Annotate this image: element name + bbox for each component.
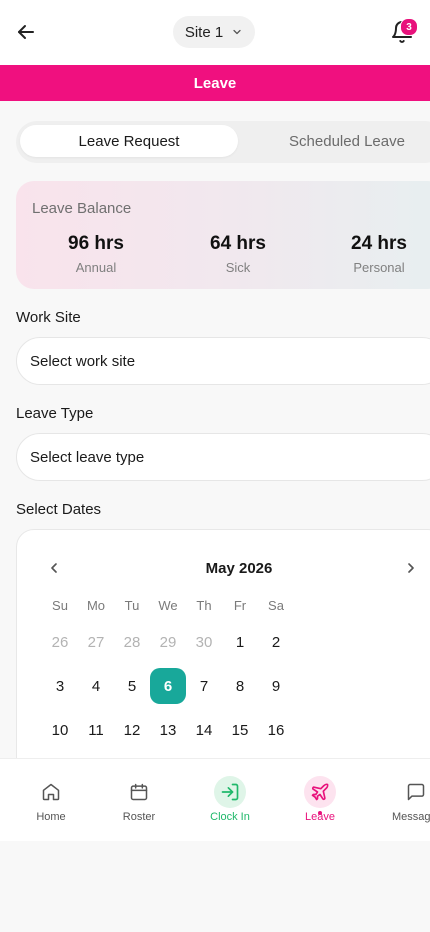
nav-leave[interactable]: Leave bbox=[276, 759, 364, 841]
weekday-label: Su bbox=[52, 597, 68, 613]
calendar-day[interactable]: 30 bbox=[186, 624, 222, 660]
balance-label: Personal bbox=[353, 260, 405, 275]
work-site-placeholder: Select work site bbox=[30, 352, 136, 370]
leave-balance-title: Leave Balance bbox=[32, 200, 132, 217]
app-header: Site 1 3 bbox=[0, 0, 430, 65]
nav-messages[interactable]: Messages bbox=[372, 759, 430, 841]
nav-label: Home bbox=[36, 811, 66, 823]
nav-label: Roster bbox=[122, 811, 156, 823]
calendar-day[interactable]: 10 bbox=[42, 712, 78, 748]
balance-value: 24 hrs bbox=[351, 233, 407, 254]
leave-type-placeholder: Select leave type bbox=[30, 448, 145, 466]
work-site-select[interactable]: Select work site bbox=[16, 337, 430, 385]
weekday-label: Sa bbox=[268, 597, 284, 613]
select-dates-label: Select Dates bbox=[16, 501, 102, 518]
nav-label: Messages bbox=[392, 811, 430, 823]
calendar-day[interactable]: 4 bbox=[78, 668, 114, 704]
tab-leave-request[interactable]: Leave Request bbox=[20, 125, 238, 157]
notification-badge: 3 bbox=[400, 18, 418, 36]
calendar-month: May 2026 bbox=[205, 560, 273, 577]
message-icon bbox=[407, 783, 425, 801]
calendar-day[interactable]: 26 bbox=[42, 624, 78, 660]
leave-balance-card: Leave Balance 96 hrs Annual 64 hrs Sick … bbox=[16, 181, 430, 289]
calendar-day-selected[interactable]: 6 bbox=[150, 668, 186, 704]
site-selector[interactable]: Site 1 bbox=[173, 16, 255, 48]
nav-icon-wrap bbox=[214, 776, 246, 808]
back-arrow-icon[interactable] bbox=[14, 20, 38, 44]
tab-scheduled-leave[interactable]: Scheduled Leave bbox=[242, 125, 430, 157]
weekday-label: Fr bbox=[233, 597, 247, 613]
work-site-label: Work Site bbox=[16, 309, 81, 326]
calendar-day[interactable]: 1 bbox=[222, 624, 258, 660]
site-selector-label: Site 1 bbox=[184, 23, 224, 41]
home-icon bbox=[42, 783, 60, 801]
balance-value: 64 hrs bbox=[210, 233, 266, 254]
calendar-day[interactable]: 28 bbox=[114, 624, 150, 660]
balance-label: Sick bbox=[225, 260, 251, 275]
leave-type-label: Leave Type bbox=[16, 405, 94, 422]
calendar-day[interactable]: 15 bbox=[222, 712, 258, 748]
page-title: Leave bbox=[193, 74, 237, 92]
nav-icon-wrap bbox=[400, 776, 430, 808]
nav-label: Leave bbox=[305, 811, 335, 823]
weekday-label: We bbox=[158, 597, 178, 613]
nav-icon-wrap bbox=[304, 776, 336, 808]
balance-value: 96 hrs bbox=[68, 233, 124, 254]
balance-sick: 64 hrs Sick bbox=[183, 233, 293, 275]
leave-tabs: Leave Request Scheduled Leave bbox=[16, 121, 430, 163]
date-calendar: May 2026 Su Mo Tu We Th Fr Sa 26 27 28 29 30 1 2 3 4 5 6 7… bbox=[16, 529, 430, 789]
calendar-day[interactable]: 5 bbox=[114, 668, 150, 704]
calendar-day[interactable]: 13 bbox=[150, 712, 186, 748]
calendar-day[interactable]: 12 bbox=[114, 712, 150, 748]
calendar-day[interactable]: 11 bbox=[78, 712, 114, 748]
chevron-down-icon bbox=[233, 29, 241, 35]
nav-home[interactable]: Home bbox=[7, 759, 95, 841]
calendar-icon bbox=[130, 783, 148, 801]
weekday-label: Tu bbox=[124, 597, 140, 613]
balance-label: Annual bbox=[75, 260, 117, 275]
balance-annual: 96 hrs Annual bbox=[41, 233, 151, 275]
nav-label: Clock In bbox=[210, 811, 250, 823]
calendar-day[interactable]: 7 bbox=[186, 668, 222, 704]
page-title-bar: Leave bbox=[0, 65, 430, 101]
nav-icon-wrap bbox=[35, 776, 67, 808]
balance-personal: 24 hrs Personal bbox=[324, 233, 430, 275]
nav-roster[interactable]: Roster bbox=[95, 759, 183, 841]
weekday-label: Th bbox=[196, 597, 212, 613]
nav-icon-wrap bbox=[123, 776, 155, 808]
nav-clock-in[interactable]: Clock In bbox=[186, 759, 274, 841]
bottom-navigation: Home Roster Clock In Leave Messages bbox=[0, 758, 430, 841]
calendar-day[interactable]: 3 bbox=[42, 668, 78, 704]
calendar-day[interactable]: 2 bbox=[258, 624, 294, 660]
clock-in-icon bbox=[221, 783, 239, 801]
weekday-label: Mo bbox=[86, 597, 106, 613]
calendar-day[interactable]: 14 bbox=[186, 712, 222, 748]
calendar-day[interactable]: 8 bbox=[222, 668, 258, 704]
calendar-day[interactable]: 16 bbox=[258, 712, 294, 748]
calendar-day[interactable]: 29 bbox=[150, 624, 186, 660]
plane-icon bbox=[311, 783, 329, 801]
chevron-right-icon[interactable] bbox=[403, 560, 419, 576]
leave-type-select[interactable]: Select leave type bbox=[16, 433, 430, 481]
calendar-day[interactable]: 9 bbox=[258, 668, 294, 704]
calendar-day[interactable]: 27 bbox=[78, 624, 114, 660]
